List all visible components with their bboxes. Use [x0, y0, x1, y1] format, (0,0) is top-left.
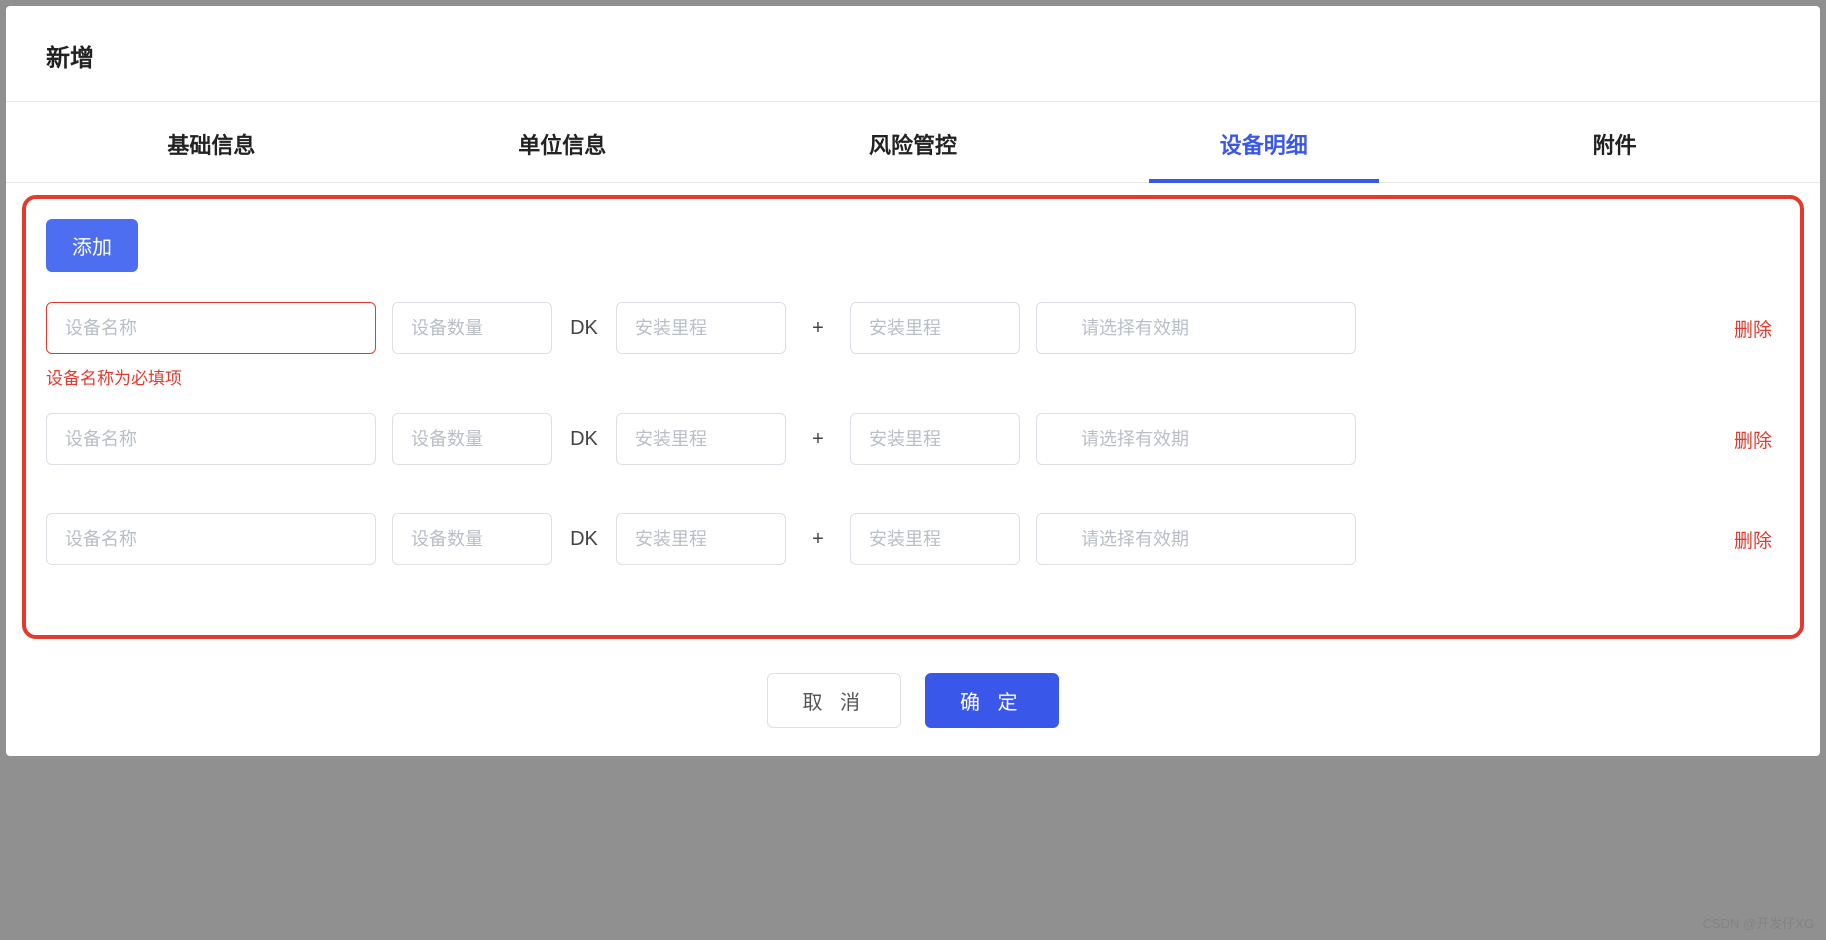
dk-label: DK [568, 528, 600, 551]
mileage-input-1[interactable] [616, 513, 786, 565]
device-row: DK + 删除 [46, 513, 1780, 565]
dialog-title: 新增 [46, 38, 1780, 73]
dk-label: DK [568, 317, 600, 340]
device-name-input[interactable] [46, 302, 376, 354]
confirm-button[interactable]: 确 定 [925, 673, 1059, 728]
plus-label: + [802, 528, 834, 551]
dialog: 新增 基础信息 单位信息 风险管控 设备明细 附件 添加 DK + 删除 设备名… [6, 6, 1820, 756]
device-name-input[interactable] [46, 513, 376, 565]
cancel-button[interactable]: 取 消 [767, 673, 901, 728]
error-message: 设备名称为必填项 [46, 364, 1780, 389]
mileage-input-2[interactable] [850, 302, 1020, 354]
mileage-input-1[interactable] [616, 302, 786, 354]
dialog-footer: 取 消 确 定 [6, 651, 1820, 756]
plus-label: + [802, 428, 834, 451]
date-wrapper [1036, 513, 1356, 565]
tab-unit-info[interactable]: 单位信息 [387, 102, 738, 182]
date-wrapper [1036, 413, 1356, 465]
validity-date-input[interactable] [1036, 513, 1356, 565]
delete-button[interactable]: 删除 [1734, 526, 1780, 553]
dk-label: DK [568, 428, 600, 451]
tab-device-detail[interactable]: 设备明细 [1088, 102, 1439, 182]
plus-label: + [802, 317, 834, 340]
device-qty-input[interactable] [392, 413, 552, 465]
delete-button[interactable]: 删除 [1734, 426, 1780, 453]
mileage-input-2[interactable] [850, 513, 1020, 565]
tab-attachment[interactable]: 附件 [1439, 102, 1790, 182]
device-qty-input[interactable] [392, 513, 552, 565]
device-qty-input[interactable] [392, 302, 552, 354]
date-wrapper [1036, 302, 1356, 354]
validity-date-input[interactable] [1036, 302, 1356, 354]
device-name-input[interactable] [46, 413, 376, 465]
delete-button[interactable]: 删除 [1734, 315, 1780, 342]
mileage-input-2[interactable] [850, 413, 1020, 465]
tab-risk-control[interactable]: 风险管控 [738, 102, 1089, 182]
device-row: DK + 删除 [46, 413, 1780, 465]
tab-basic-info[interactable]: 基础信息 [36, 102, 387, 182]
watermark: CSDN @开发仔XG [1703, 913, 1814, 932]
validity-date-input[interactable] [1036, 413, 1356, 465]
tab-content: 添加 DK + 删除 设备名称为必填项 DK + [22, 195, 1804, 639]
dialog-header: 新增 [6, 6, 1820, 102]
mileage-input-1[interactable] [616, 413, 786, 465]
tabs: 基础信息 单位信息 风险管控 设备明细 附件 [6, 102, 1820, 183]
add-button[interactable]: 添加 [46, 219, 138, 272]
device-row: DK + 删除 [46, 302, 1780, 354]
